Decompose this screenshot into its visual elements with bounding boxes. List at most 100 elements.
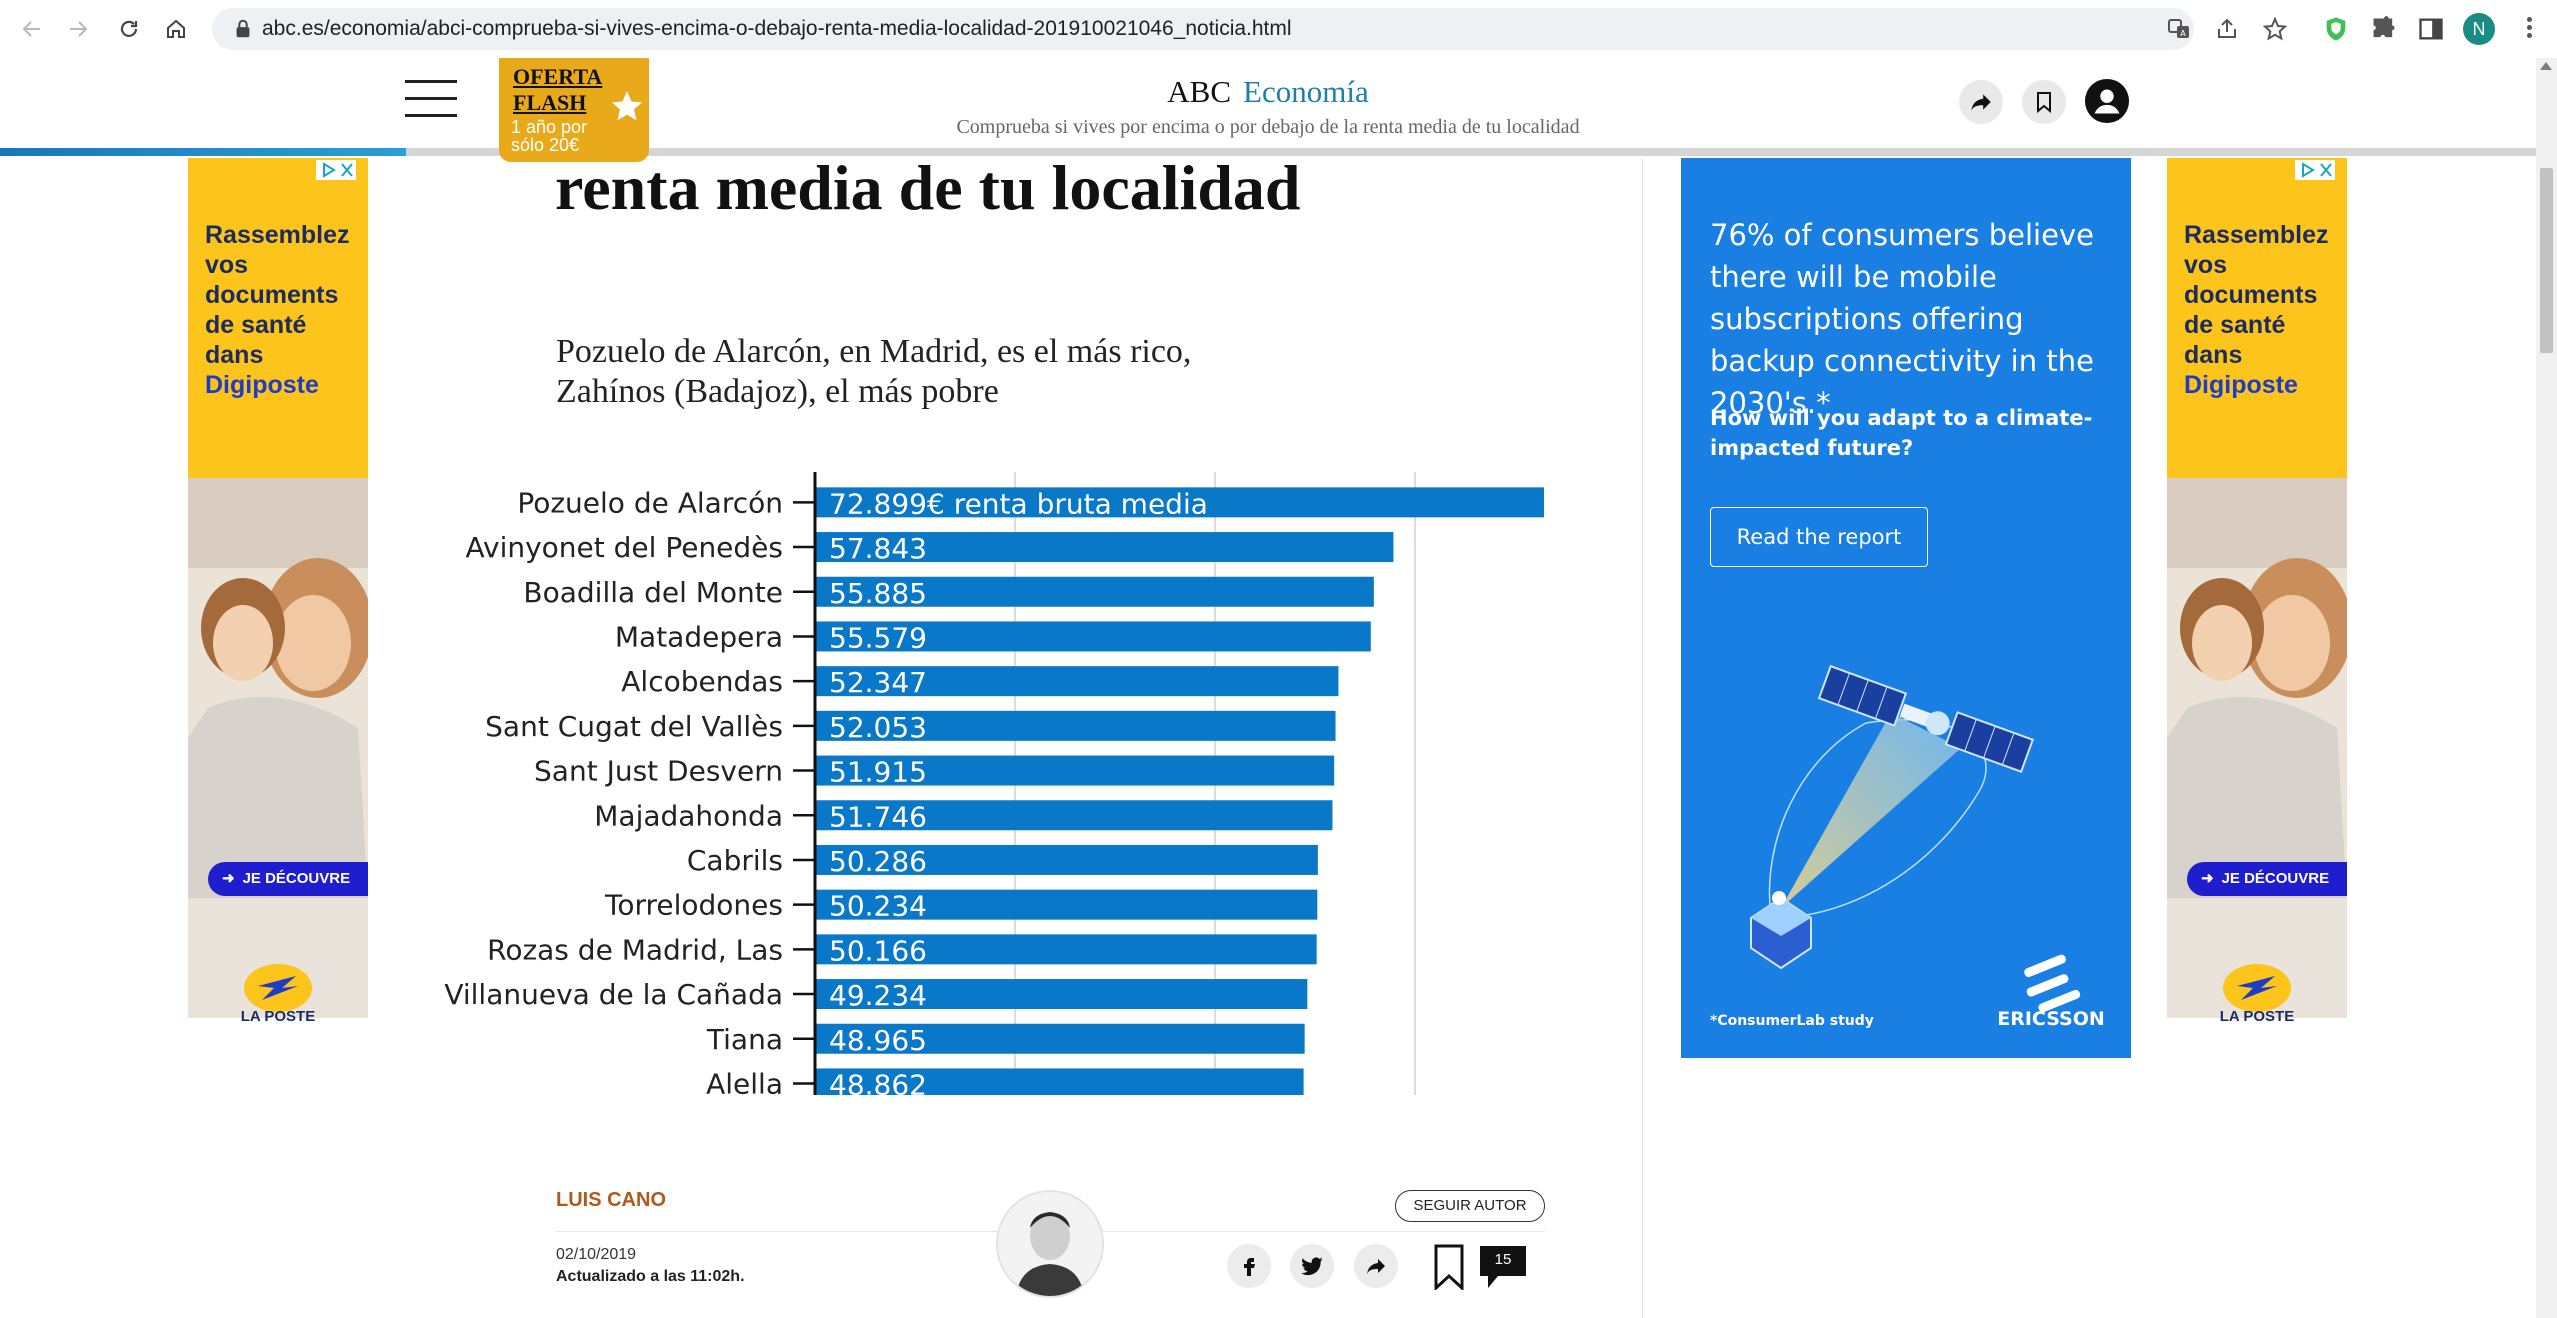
follow-author-button[interactable]: SEGUIR AUTOR xyxy=(1395,1190,1545,1222)
share-page-icon[interactable] xyxy=(2215,17,2239,41)
chart-category-label: Alcobendas xyxy=(621,665,783,698)
facebook-icon xyxy=(1244,1258,1255,1276)
updated-time: Actualizado a las 11:02h. xyxy=(556,1268,745,1285)
chart-category-label: Cabrils xyxy=(687,844,783,877)
share-icon xyxy=(1971,94,1991,111)
author-avatar[interactable] xyxy=(996,1190,1104,1298)
chart-subtitle: Pozuelo de Alarcón, en Madrid, es el más… xyxy=(556,332,1356,412)
browser-toolbar: abc.es/economia/abci-comprueba-si-vives-… xyxy=(0,0,2557,59)
chart-subtitle-line: Pozuelo de Alarcón, en Madrid, es el más… xyxy=(556,333,1192,370)
svg-text:A: A xyxy=(2180,29,2186,38)
la-poste-label: LA POSTE xyxy=(2219,1008,2295,1025)
author-name[interactable]: LUIS CANO xyxy=(556,1189,666,1212)
ericsson-ad-footnote: *ConsumerLab study xyxy=(1710,1013,1874,1029)
ad-copy-text: Rassemblez vos documents de santé dans xyxy=(205,221,350,369)
income-bar-chart: Pozuelo de Alarcón 72.899€ renta bruta me… xyxy=(444,472,1544,1095)
brand-logo[interactable]: ABC xyxy=(1167,74,1231,109)
ericsson-ad-copy: 76% of consumers believe there will be m… xyxy=(1710,218,2094,420)
ericsson-ad-question: How will you adapt to a climate-impacted… xyxy=(1710,406,2093,460)
chart-category-label: Boadilla del Monte xyxy=(523,576,783,609)
chart-value-label: 72.899€ renta bruta media xyxy=(829,487,1208,520)
bookmark-button[interactable] xyxy=(2022,80,2066,124)
scrollbar-thumb[interactable] xyxy=(2540,168,2553,353)
read-report-button[interactable]: Read the report xyxy=(1710,507,1928,567)
address-bar[interactable]: abc.es/economia/abci-comprueba-si-vives-… xyxy=(212,8,2287,50)
arrow-right-icon: ➜ xyxy=(2201,870,2214,887)
right-side-ad[interactable]: Rassemblez vos documents de santé dans D… xyxy=(2167,158,2347,1048)
ad-cta-label: JE DÉCOUVRE xyxy=(2221,870,2330,887)
back-button[interactable] xyxy=(14,11,50,47)
twitter-share-button[interactable] xyxy=(1290,1244,1334,1288)
share-button[interactable] xyxy=(1354,1244,1398,1288)
puzzle-icon[interactable] xyxy=(2370,15,2398,43)
forward-icon xyxy=(70,21,88,37)
chart-category-label: Rozas de Madrid, Las xyxy=(487,933,783,966)
extension-icon[interactable] xyxy=(2322,15,2350,43)
ad-photo xyxy=(188,478,368,1018)
arrow-right-icon: ➜ xyxy=(222,870,235,887)
twitter-icon xyxy=(1301,1257,1323,1276)
ad-cta-button[interactable]: ➜ JE DÉCOUVRE xyxy=(208,862,368,896)
section-name[interactable]: Economía xyxy=(1243,74,1369,109)
ad-cta-label: JE DÉCOUVRE xyxy=(242,870,351,887)
chart-value-label: 50.286 xyxy=(829,845,927,878)
adchoices-icon[interactable] xyxy=(2295,160,2335,180)
reload-button[interactable] xyxy=(111,11,147,47)
publish-date: 02/10/2019 xyxy=(556,1246,637,1263)
translate-icon[interactable]: A xyxy=(2167,17,2191,41)
chart-category-label: Sant Just Desvern xyxy=(534,755,783,788)
share-button[interactable] xyxy=(1959,80,2003,124)
user-icon[interactable] xyxy=(2084,78,2130,124)
chart-value-label: 50.234 xyxy=(829,890,927,923)
reload-icon xyxy=(120,20,138,37)
ericsson-logo xyxy=(2024,954,2081,1013)
article-headline: renta media de tu localidad xyxy=(555,152,1301,223)
ad-cta-button[interactable]: ➜ JE DÉCOUVRE xyxy=(2187,862,2347,896)
comment-count[interactable]: 15 xyxy=(1479,1245,1527,1275)
chart-value-label: 50.166 xyxy=(829,934,927,967)
chart-value-label: 52.053 xyxy=(829,711,927,744)
chart-value-label: 55.885 xyxy=(829,577,927,610)
adchoices-icon[interactable] xyxy=(316,160,356,180)
chart-subtitle-line: Zahínos (Badajoz), el más pobre xyxy=(556,373,999,410)
chart-category-label: Matadepera xyxy=(615,620,783,653)
share-icon xyxy=(1367,1259,1385,1274)
ad-photo xyxy=(2167,478,2347,1018)
home-icon xyxy=(167,19,185,38)
chart-category-label: Sant Cugat del Vallès xyxy=(485,710,783,743)
column-divider xyxy=(1642,158,1643,1318)
satellite-illustration xyxy=(1750,664,2035,970)
ad-copy: Rassemblez vos documents de santé dans D… xyxy=(205,220,365,400)
bookmark-icon[interactable] xyxy=(1432,1244,1466,1290)
star-icon[interactable] xyxy=(2263,17,2287,41)
left-side-ad[interactable]: Rassemblez vos documents de santé dans D… xyxy=(188,158,368,1048)
chart-value-label: 52.347 xyxy=(829,666,927,699)
chart-category-label: Torrelodones xyxy=(604,889,783,922)
forward-button[interactable] xyxy=(60,11,96,47)
ad-copy-text: Rassemblez vos documents de santé dans xyxy=(2184,221,2329,369)
chart-category-label: Villanueva de la Cañada xyxy=(444,978,783,1011)
profile-avatar[interactable]: N xyxy=(2463,13,2495,45)
lock-icon[interactable] xyxy=(232,18,254,40)
chart-category-label: Majadahonda xyxy=(594,799,783,832)
ad-brand-name: Digiposte xyxy=(205,371,319,399)
scroll-up-arrow[interactable] xyxy=(2540,62,2552,70)
facebook-share-button[interactable] xyxy=(1227,1244,1271,1288)
la-poste-label: LA POSTE xyxy=(240,1008,316,1025)
chart-value-label: 51.915 xyxy=(829,756,927,789)
menu-icon[interactable] xyxy=(2524,14,2534,44)
chart-category-label: Alella xyxy=(706,1067,783,1095)
site-brand[interactable]: ABC Economía xyxy=(0,72,2536,112)
sidepanel-icon[interactable] xyxy=(2417,15,2445,43)
ad-copy: Rassemblez vos documents de santé dans D… xyxy=(2184,220,2344,400)
ericsson-brand: ERICSSON xyxy=(1997,1008,2105,1030)
chart-value-label: 48.965 xyxy=(829,1024,927,1057)
chart-category-label: Pozuelo de Alarcón xyxy=(517,486,783,519)
reading-progress-fill xyxy=(0,148,406,156)
home-button[interactable] xyxy=(158,11,194,47)
chart-value-label: 48.862 xyxy=(829,1068,927,1095)
ericsson-ad[interactable]: 76% of consumers believe there will be m… xyxy=(1681,158,2131,1058)
chart-value-label: 51.746 xyxy=(829,800,927,833)
url-text[interactable]: abc.es/economia/abci-comprueba-si-vives-… xyxy=(262,8,1292,50)
chart-value-label: 55.579 xyxy=(829,621,927,654)
